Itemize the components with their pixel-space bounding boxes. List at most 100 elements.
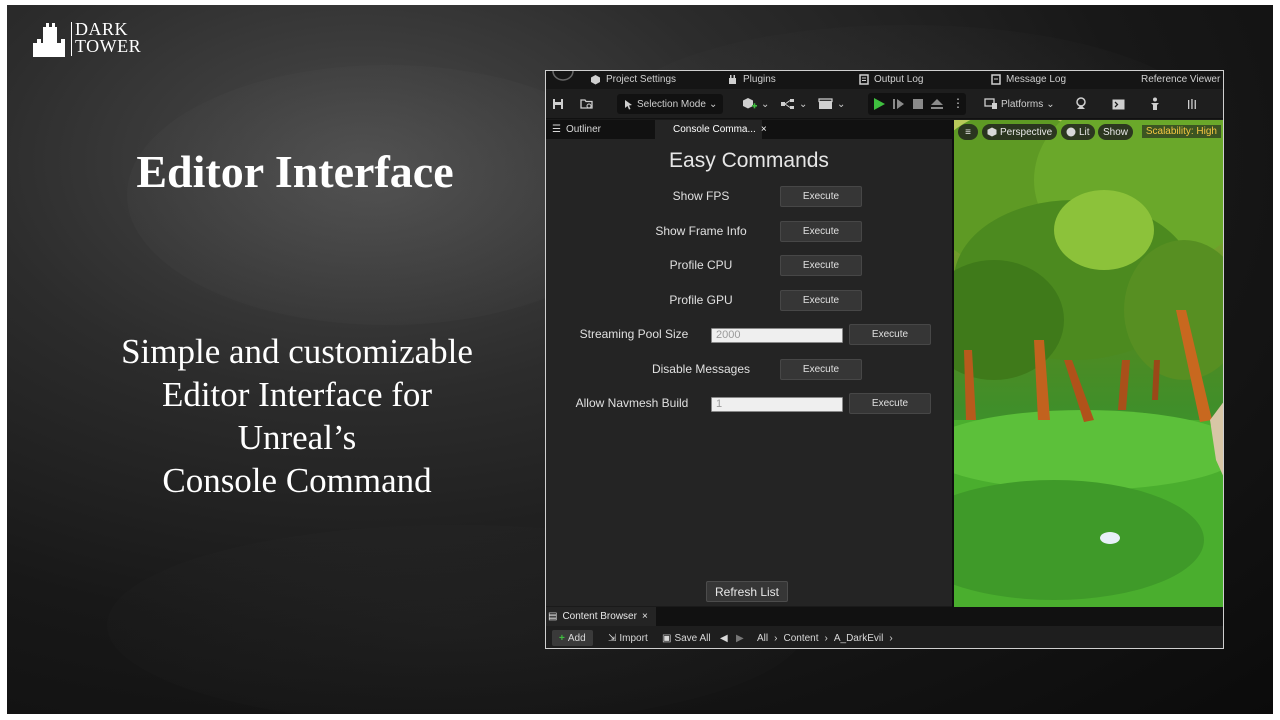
content-browser-tabs: ▤ Content Browser × <box>546 607 1223 626</box>
add-button[interactable]: + Add <box>552 630 593 646</box>
step-forward-icon[interactable] <box>892 97 906 111</box>
menu-project-settings[interactable]: Project Settings <box>590 74 676 85</box>
execute-button-disable-messages[interactable]: Execute <box>780 359 862 380</box>
plug-icon <box>729 75 736 84</box>
content-browser-toolbar: + Add ⇲ Import ▣ Save All ◀ ▶ All › Cont… <box>546 626 1223 648</box>
import-button[interactable]: ⇲ Import <box>608 630 648 646</box>
tab-label: Console Comma... <box>673 124 756 135</box>
streaming-pool-size-input[interactable]: 2000 <box>711 328 843 343</box>
import-label: Import <box>619 632 648 644</box>
terminal-icon <box>1112 99 1125 109</box>
settings-bars-button[interactable] <box>1186 94 1198 114</box>
platforms-dropdown[interactable]: Platforms ⌄ <box>984 94 1055 114</box>
save-all-icon: ▣ <box>662 632 672 644</box>
tab-label: Content Browser <box>562 611 637 622</box>
execute-button-show-frame-info[interactable]: Execute <box>780 221 862 242</box>
menu-label: Plugins <box>743 74 776 85</box>
stop-icon[interactable] <box>912 98 924 110</box>
scalability-indicator: Scalability: High <box>1141 125 1221 138</box>
command-label-streaming-pool-size: Streaming Pool Size <box>579 327 689 341</box>
tab-content-browser[interactable]: ▤ Content Browser × <box>546 607 656 626</box>
panel-title: Easy Commands <box>669 149 829 172</box>
selection-mode-dropdown[interactable]: Selection Mode ⌄ <box>617 94 724 114</box>
execute-button-profile-gpu[interactable]: Execute <box>780 290 862 311</box>
easy-commands-panel: Easy Commands Show FPS Execute Show Fram… <box>546 139 952 606</box>
forest-scene-image <box>954 120 1223 607</box>
back-arrow-icon: ◀ <box>720 632 728 644</box>
viewport-menu-button[interactable]: ≡ <box>958 124 978 140</box>
editor-toolbar: Selection Mode ⌄ ⌄ ⌄ ⌄ ⋮ Platforms ⌄ <box>546 89 1223 119</box>
menu-plugins[interactable]: Plugins <box>727 74 776 85</box>
source-control-button[interactable] <box>1074 94 1088 114</box>
breadcrumb-item[interactable]: A_DarkEvil <box>831 633 886 644</box>
command-label-show-frame-info: Show Frame Info <box>655 224 747 238</box>
close-icon[interactable]: × <box>761 124 767 135</box>
chevron-right-icon: › <box>824 632 828 644</box>
menu-output-log[interactable]: Output Log <box>859 74 923 85</box>
history-back-button[interactable]: ◀ <box>720 630 728 646</box>
show-label: Show <box>1103 126 1129 138</box>
play-controls: ⋮ <box>868 93 966 115</box>
description-line: Console Command <box>162 461 432 500</box>
console-button[interactable] <box>1112 94 1125 114</box>
description-line: Simple and customizable <box>121 332 473 371</box>
breadcrumb-item[interactable]: Content <box>780 633 821 644</box>
platforms-icon <box>984 98 997 109</box>
save-all-button[interactable]: ▣ Save All <box>662 630 711 646</box>
slide-background: DARK TOWER Editor Interface Simple and c… <box>7 5 1273 714</box>
chevron-right-icon: › <box>774 632 778 644</box>
execute-button-allow-navmesh-build[interactable]: Execute <box>849 393 931 414</box>
tab-label: Outliner <box>565 124 601 135</box>
browse-button[interactable] <box>580 94 594 114</box>
execute-button-streaming-pool-size[interactable]: Execute <box>849 324 931 345</box>
chevron-right-icon: › <box>889 632 893 644</box>
history-forward-button[interactable]: ▶ <box>736 630 744 646</box>
sphere-icon <box>1066 127 1076 137</box>
plus-icon: + <box>559 632 565 644</box>
selection-mode-label: Selection Mode <box>637 98 706 110</box>
editor-menubar: Project Settings Plugins Output Log Mess… <box>546 71 1223 89</box>
close-icon[interactable]: × <box>642 611 648 622</box>
add-label: Add <box>567 632 586 644</box>
command-label-disable-messages: Disable Messages <box>651 362 751 376</box>
import-icon: ⇲ <box>608 632 617 644</box>
add-actor-dropdown[interactable]: ⌄ <box>742 94 769 114</box>
engine-logo-icon <box>552 71 574 81</box>
execute-button-profile-cpu[interactable]: Execute <box>780 255 862 276</box>
chevron-down-icon: ⌄ <box>837 98 846 110</box>
list-icon: ☰ <box>552 124 561 135</box>
breadcrumb-item[interactable]: All <box>754 633 771 644</box>
tab-console-commands[interactable]: Console Comma... × <box>655 120 767 139</box>
cinematics-dropdown[interactable]: ⌄ <box>818 94 845 114</box>
level-viewport[interactable]: ≡ Perspective Lit Show Scalability: High <box>954 120 1223 607</box>
save-button[interactable] <box>552 94 564 114</box>
perspective-button[interactable]: Perspective <box>982 124 1058 140</box>
execute-button-show-fps[interactable]: Execute <box>780 186 862 207</box>
show-button[interactable]: Show <box>1098 124 1134 140</box>
play-icon[interactable] <box>872 97 886 111</box>
viewport-toolbar: ≡ Perspective Lit Show Scalability: High <box>954 120 1223 144</box>
more-options-icon[interactable]: ⋮ <box>952 96 964 110</box>
command-label-allow-navmesh-build: Allow Navmesh Build <box>575 396 689 410</box>
forward-arrow-icon: ▶ <box>736 632 744 644</box>
blueprint-dropdown[interactable]: ⌄ <box>780 94 807 114</box>
perspective-cube-icon <box>987 127 997 137</box>
tab-outliner[interactable]: ☰ Outliner <box>548 120 605 139</box>
blueprint-icon <box>781 99 794 109</box>
menu-message-log[interactable]: Message Log <box>991 74 1066 85</box>
eject-icon[interactable] <box>930 97 944 111</box>
menu-label: Message Log <box>1006 74 1067 85</box>
message-log-icon <box>991 74 1001 85</box>
refresh-list-button[interactable]: Refresh List <box>706 581 788 602</box>
allow-navmesh-build-input[interactable]: 1 <box>711 397 843 412</box>
chevron-down-icon: ⌄ <box>1046 98 1055 110</box>
log-icon <box>859 74 869 85</box>
bars-icon <box>1188 99 1196 109</box>
menu-reference-viewer[interactable]: Reference Viewer <box>1141 74 1220 85</box>
command-label-show-fps: Show FPS <box>672 189 730 203</box>
character-button[interactable] <box>1149 94 1161 114</box>
lit-mode-button[interactable]: Lit <box>1061 124 1095 140</box>
lit-label: Lit <box>1079 126 1090 138</box>
command-label-profile-cpu: Profile CPU <box>669 258 733 272</box>
platforms-label: Platforms <box>1001 98 1044 110</box>
